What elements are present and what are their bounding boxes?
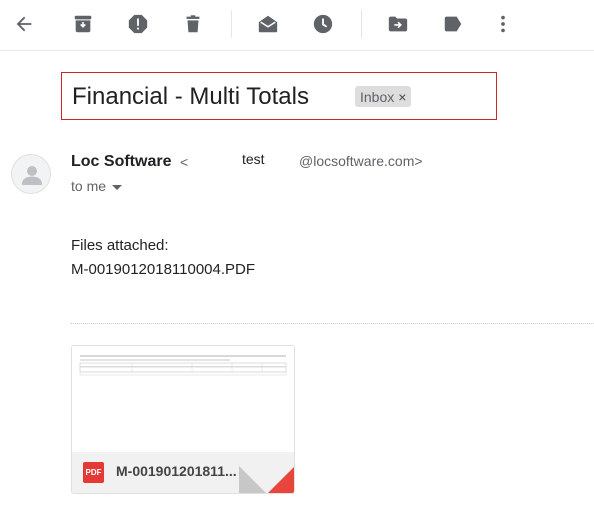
chevron-down-icon[interactable] [112, 184, 123, 190]
sender-email-domain: @locsoftware.com> [299, 153, 423, 169]
toolbar-divider-line [0, 50, 594, 51]
corner-fold-icon [267, 466, 294, 493]
avatar[interactable] [11, 154, 51, 194]
person-icon [22, 166, 42, 185]
archive-icon[interactable] [71, 12, 95, 36]
pdf-icon: PDF [83, 462, 104, 483]
email-subject: Financial - Multi Totals [72, 83, 309, 110]
delete-icon[interactable] [181, 12, 205, 36]
subject-highlight: Financial - Multi Totals Inbox × [61, 72, 497, 120]
back-arrow-icon[interactable] [12, 12, 36, 36]
document-preview-graphic [79, 355, 287, 376]
toolbar-divider [361, 10, 362, 38]
corner-fold-shadow-icon [239, 466, 267, 493]
recipient-text: to me [71, 178, 107, 194]
report-spam-icon[interactable] [126, 12, 150, 36]
mark-unread-icon[interactable] [256, 12, 280, 36]
sender-email-open: < [180, 154, 189, 170]
snooze-icon[interactable] [311, 12, 335, 36]
labels-icon[interactable] [441, 12, 465, 36]
attachment-card[interactable]: PDF M-001901201811... [71, 345, 295, 494]
message-body-line: M-0019012018110004.PDF [71, 261, 256, 278]
more-vert-icon[interactable] [491, 12, 515, 36]
remove-label-icon[interactable]: × [398, 89, 406, 105]
message-body-line: Files attached: [71, 237, 169, 254]
move-to-icon[interactable] [386, 12, 410, 36]
sender-name[interactable]: Loc Software [71, 153, 171, 171]
toolbar [0, 0, 594, 50]
recipient-details-toggle[interactable]: to me [71, 178, 123, 194]
label-chip-text: Inbox [360, 88, 395, 105]
toolbar-divider [231, 10, 232, 38]
attachment-preview-thumbnail[interactable] [72, 346, 294, 452]
attachment-file-name: M-001901201811... [116, 463, 237, 479]
inbox-label-chip[interactable]: Inbox × [355, 86, 412, 107]
attachment-footer: PDF M-001901201811... [72, 452, 294, 493]
sender-email-user: test [242, 151, 265, 167]
attachments-divider [71, 323, 594, 324]
